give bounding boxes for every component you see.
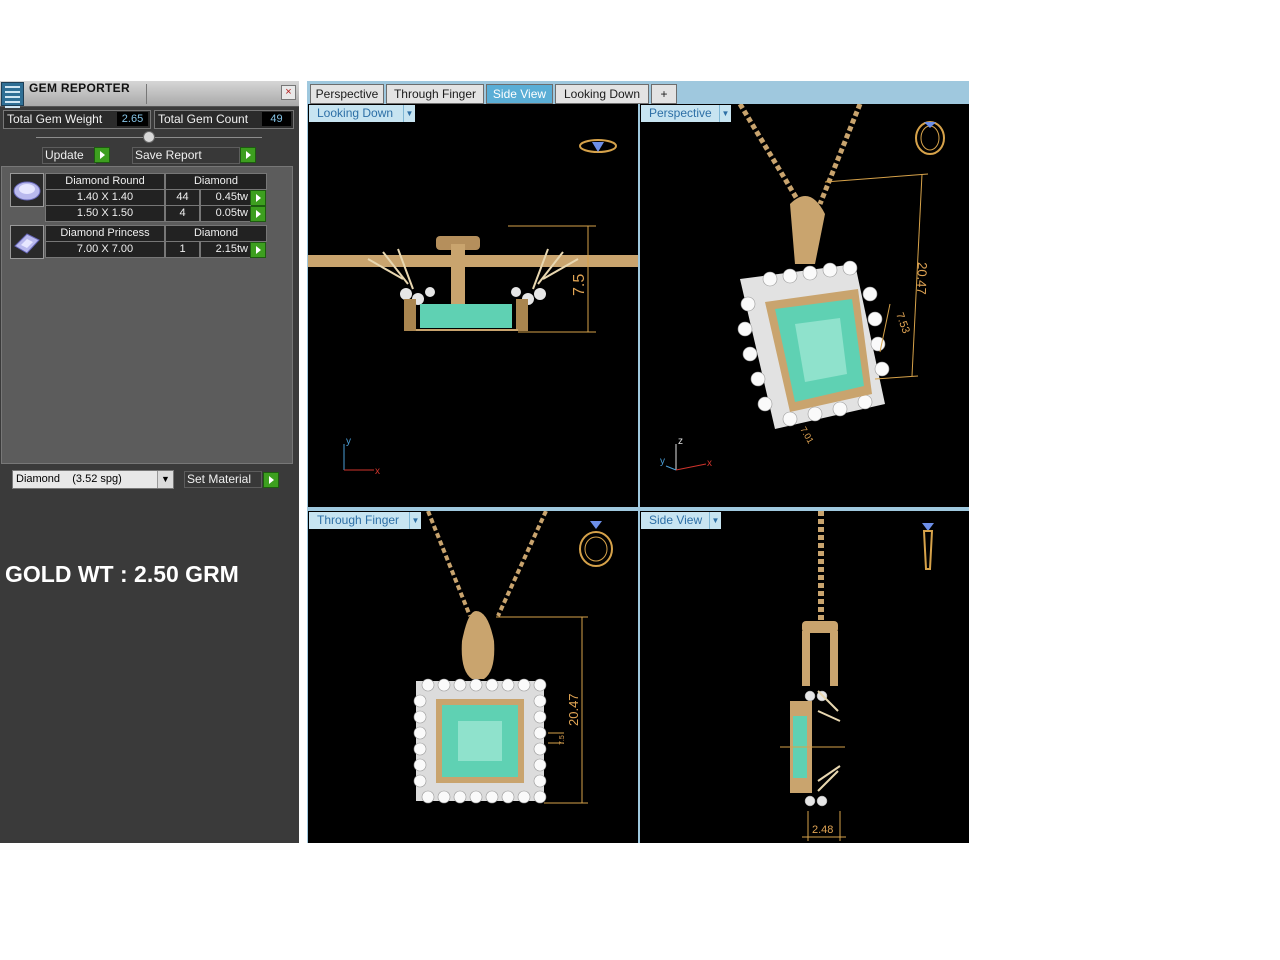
chevron-down-icon[interactable]: ▼ — [403, 105, 415, 122]
dimension-label: 7.5 — [559, 735, 566, 745]
pendant-render-looking-down: 7.5 y x — [308, 139, 638, 477]
material-select[interactable]: Diamond (3.52 spg) ▼ — [12, 470, 174, 489]
viewport-side-view[interactable]: 2.48 Side View ▼ — [640, 511, 969, 843]
save-report-button[interactable]: Save Report — [132, 147, 240, 164]
dimension-label: 2.48 — [812, 824, 833, 836]
save-report-go-icon[interactable] — [240, 147, 256, 163]
chevron-down-icon[interactable]: ▼ — [409, 512, 421, 529]
total-gem-weight-value: 2.65 — [117, 112, 148, 126]
dimension-label: 20.47 — [914, 262, 930, 295]
gem-material-cell: Diamond — [165, 173, 267, 190]
ring-icon — [579, 139, 617, 153]
gem-count-cell: 1 — [165, 241, 200, 258]
gem-weight-cell: 0.05tw — [200, 205, 251, 222]
axis-x-label: x — [707, 458, 712, 469]
select-gem-go-icon[interactable] — [250, 242, 266, 258]
material-select-value: Diamond (3.52 spg) — [16, 473, 122, 485]
gold-weight-annotation: GOLD WT : 2.50 GRM — [5, 561, 239, 587]
gem-material-cell: Diamond — [165, 225, 267, 242]
chevron-down-icon[interactable]: ▼ — [157, 471, 173, 488]
gem-weight-cell: 2.15tw — [200, 241, 251, 258]
close-button[interactable]: × — [281, 85, 296, 100]
viewport-label: Looking Down — [309, 105, 403, 122]
set-material-go-icon[interactable] — [263, 472, 279, 488]
ring-icon — [579, 521, 613, 567]
viewport-label: Through Finger — [309, 512, 409, 529]
ring-icon — [915, 121, 945, 155]
dimension-label: 7.53 — [893, 311, 912, 335]
gem-name-cell: Diamond Round — [45, 173, 165, 190]
axis-z-label: z — [678, 436, 683, 447]
gem-count-cell: 4 — [165, 205, 200, 222]
dimension-label: 20.47 — [566, 693, 581, 726]
gem-size-cell: 1.50 X 1.50 — [45, 205, 165, 222]
axis-triad: y x — [343, 436, 380, 477]
select-gem-go-icon[interactable] — [250, 190, 266, 206]
total-gem-weight-box: Total Gem Weight 2.65 — [3, 110, 151, 129]
set-material-button[interactable]: Set Material — [184, 471, 262, 488]
pendant-render-perspective: 20.47 7.53 7.01 z y x — [660, 104, 945, 471]
total-gem-weight-label: Total Gem Weight — [7, 112, 103, 126]
dimension-label: 7.01 — [798, 425, 815, 445]
select-gem-go-icon[interactable] — [250, 206, 266, 222]
round-gem-icon — [10, 173, 44, 207]
total-gem-count-label: Total Gem Count — [158, 112, 249, 126]
gem-list: Diamond Round Diamond 1.40 X 1.40 44 0.4… — [1, 166, 293, 464]
ring-icon — [922, 523, 934, 570]
add-tab-button[interactable]: + — [651, 84, 677, 104]
gem-reporter-panel: GEM REPORTER × Total Gem Weight 2.65 Tot… — [0, 81, 299, 843]
splitter-handle[interactable] — [143, 131, 155, 143]
total-gem-count-value: 49 — [262, 112, 291, 126]
viewport-looking-down[interactable]: 7.5 y x Looking Down ▼ — [308, 104, 638, 507]
gem-count-cell: 44 — [165, 189, 200, 206]
axis-y-label: y — [660, 456, 665, 467]
tab-looking-down[interactable]: Looking Down — [555, 84, 649, 104]
dimension-label: 7.5 — [571, 274, 588, 296]
title-separator — [146, 84, 147, 104]
panel-titlebar: GEM REPORTER × — [0, 81, 299, 108]
tab-perspective[interactable]: Perspective — [310, 84, 384, 104]
panel-title: GEM REPORTER — [29, 81, 130, 95]
chevron-down-icon[interactable]: ▼ — [719, 105, 731, 122]
update-go-icon[interactable] — [94, 147, 110, 163]
gem-name-cell: Diamond Princess — [45, 225, 165, 242]
viewer-area: Perspective Through Finger Side View Loo… — [307, 81, 969, 843]
gem-weight-cell: 0.45tw — [200, 189, 251, 206]
princess-gem-icon — [10, 225, 44, 259]
update-button[interactable]: Update — [42, 147, 96, 164]
axis-triad: z y x — [660, 436, 712, 471]
gem-reporter-app-icon — [1, 82, 24, 108]
axis-y-label: y — [346, 436, 351, 447]
viewport-perspective[interactable]: 20.47 7.53 7.01 z y x Perspective ▼ — [640, 104, 969, 507]
gem-size-cell: 7.00 X 7.00 — [45, 241, 165, 258]
viewport-through-finger[interactable]: 20.47 7.5 Through Finger ▼ — [308, 511, 638, 843]
viewport-label: Perspective — [641, 105, 719, 122]
viewport-label: Side View — [641, 512, 709, 529]
tab-side-view[interactable]: Side View — [486, 84, 553, 104]
pendant-render-side-view: 2.48 — [780, 511, 934, 841]
total-gem-count-box: Total Gem Count 49 — [154, 110, 294, 129]
pendant-render-through-finger: 20.47 7.5 — [413, 511, 613, 804]
chevron-down-icon[interactable]: ▼ — [709, 512, 721, 529]
axis-x-label: x — [375, 466, 380, 477]
tab-through-finger[interactable]: Through Finger — [386, 84, 484, 104]
gem-size-cell: 1.40 X 1.40 — [45, 189, 165, 206]
